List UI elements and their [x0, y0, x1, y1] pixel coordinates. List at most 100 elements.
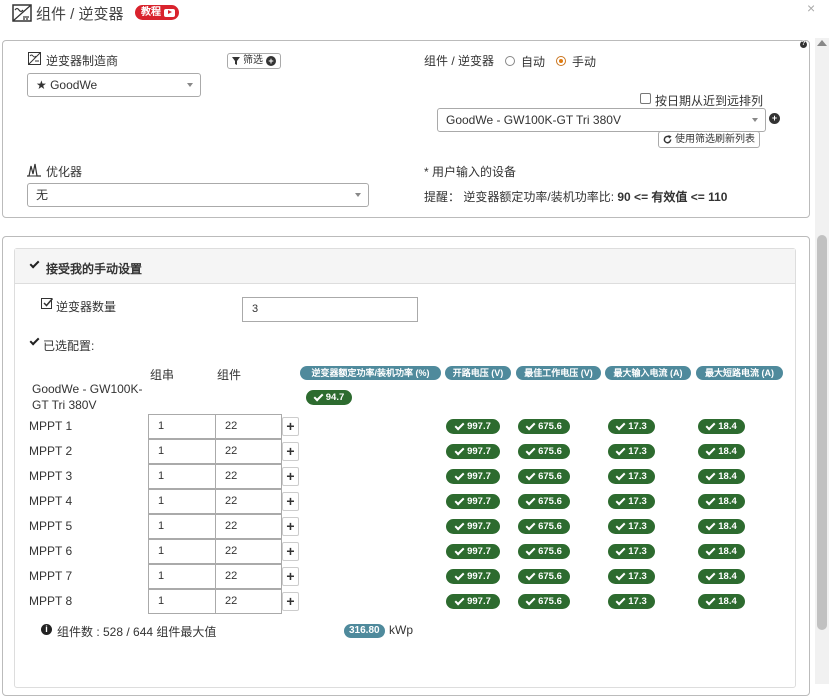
optimizer-select[interactable]: 无 — [27, 183, 369, 207]
check-icon — [313, 391, 324, 401]
vmp-value-badge: 675.6 — [518, 444, 570, 459]
check-icon — [705, 470, 716, 480]
hint-text: 逆变器额定功率/装机功率比: — [463, 190, 615, 204]
strings-input[interactable]: 1 — [148, 539, 216, 564]
vmp-value-badge: 675.6 — [518, 594, 570, 609]
add-string-button[interactable]: + — [282, 467, 299, 486]
modules-input[interactable]: 22 — [215, 514, 282, 539]
total-power-unit: kWp — [389, 623, 413, 637]
add-string-button[interactable]: + — [282, 492, 299, 511]
strings-input[interactable]: 1 — [148, 589, 216, 614]
vmp-value: 675.6 — [538, 596, 562, 607]
strings-input[interactable]: 1 — [148, 514, 216, 539]
check-icon — [454, 495, 465, 505]
imax-value: 17.3 — [628, 546, 647, 557]
add-string-button[interactable]: + — [282, 442, 299, 461]
add-string-button[interactable]: + — [282, 567, 299, 586]
vmp-value: 675.6 — [538, 421, 562, 432]
imax-value-badge: 17.3 — [608, 419, 655, 434]
radio-auto[interactable] — [505, 56, 515, 66]
vmp-value: 675.6 — [538, 496, 562, 507]
imax-value-badge: 17.3 — [608, 469, 655, 484]
help-icon[interactable]: ? — [800, 41, 807, 48]
modules-input[interactable]: 22 — [215, 414, 282, 439]
add-string-button[interactable]: + — [282, 517, 299, 536]
isc-value-badge: 18.4 — [698, 444, 745, 459]
check-icon — [705, 545, 716, 555]
edit-checkbox-icon — [41, 298, 53, 309]
filter-button[interactable]: 筛选 + — [227, 53, 281, 69]
scrollbar-thumb[interactable] — [817, 235, 827, 630]
voc-value-badge: 997.7 — [446, 569, 500, 584]
voc-value-badge: 997.7 — [446, 519, 500, 534]
refresh-list-label: 使用筛选刷新列表 — [675, 133, 755, 145]
isc-value: 18.4 — [718, 521, 737, 532]
check-icon — [525, 445, 536, 455]
optimizer-label: 优化器 — [46, 165, 83, 179]
refresh-list-button[interactable]: 使用筛选刷新列表 — [658, 131, 760, 148]
manufacturer-value: ★ GoodWe — [36, 78, 98, 92]
check-icon — [454, 570, 465, 580]
isc-value: 18.4 — [718, 596, 737, 607]
imax-value: 17.3 — [628, 421, 647, 432]
optimizer-icon — [27, 163, 41, 177]
strings-input[interactable]: 1 — [148, 489, 216, 514]
inverter-count-input[interactable]: 3 — [242, 297, 418, 322]
optimizer-value: 无 — [36, 188, 49, 202]
isc-value-badge: 18.4 — [698, 494, 745, 509]
imax-value: 17.3 — [628, 596, 647, 607]
modules-input[interactable]: 22 — [215, 564, 282, 589]
modules-input[interactable]: 22 — [215, 464, 282, 489]
col-header-modules: 组件 — [217, 368, 242, 382]
voc-value-badge: 997.7 — [446, 594, 500, 609]
strings-input[interactable]: 1 — [148, 564, 216, 589]
voc-value-badge: 997.7 — [446, 544, 500, 559]
radio-auto-label: 自动 — [521, 55, 546, 69]
modules-input[interactable]: 22 — [215, 439, 282, 464]
voc-value: 997.7 — [467, 546, 491, 557]
sort-by-date-label: 按日期从近到远排列 — [655, 94, 764, 108]
accept-manual-title: 接受我的手动设置 — [46, 262, 143, 276]
total-power-badge: 316.80 — [344, 624, 385, 638]
imax-value: 17.3 — [628, 496, 647, 507]
check-icon — [454, 420, 465, 430]
add-string-button[interactable]: + — [282, 592, 299, 611]
mppt-label: MPPT 1 — [29, 419, 73, 433]
check-icon — [615, 595, 626, 605]
page-title: 组件 / 逆变器 — [36, 6, 124, 23]
ratio-value: 94.7 — [325, 392, 345, 403]
close-button[interactable]: × — [807, 0, 815, 16]
radio-manual[interactable] — [556, 56, 566, 66]
sort-by-date-checkbox[interactable] — [640, 93, 651, 104]
isc-value: 18.4 — [718, 446, 737, 457]
filter-label: 筛选 — [243, 55, 263, 66]
inverter-model-select[interactable]: GoodWe - GW100K-GT Tri 380V — [437, 108, 766, 132]
vmp-value-badge: 675.6 — [518, 419, 570, 434]
manufacturer-select[interactable]: ★ GoodWe — [27, 73, 201, 97]
scroll-up-arrow[interactable] — [817, 40, 827, 46]
voc-value: 997.7 — [467, 421, 491, 432]
strings-input[interactable]: 1 — [148, 439, 216, 464]
imax-value: 17.3 — [628, 571, 647, 582]
add-string-button[interactable]: + — [282, 542, 299, 561]
add-inverter-button[interactable]: + — [769, 113, 780, 124]
vmp-value: 675.6 — [538, 471, 562, 482]
modules-input[interactable]: 22 — [215, 539, 282, 564]
manufacturer-label: 逆变器制造商 — [46, 54, 119, 68]
strings-input[interactable]: 1 — [148, 414, 216, 439]
modules-input[interactable]: 22 — [215, 589, 282, 614]
inverter-name: GoodWe - GW100K-GT Tri 380V — [32, 382, 143, 412]
modules-input[interactable]: 22 — [215, 489, 282, 514]
vmp-value: 675.6 — [538, 546, 562, 557]
strings-input[interactable]: 1 — [148, 464, 216, 489]
add-string-button[interactable]: + — [282, 417, 299, 436]
imax-value: 17.3 — [628, 471, 647, 482]
isc-value: 18.4 — [718, 546, 737, 557]
module-inverter-icon — [12, 4, 32, 22]
voc-value: 997.7 — [467, 596, 491, 607]
mppt-label: MPPT 2 — [29, 444, 73, 458]
check-icon — [525, 520, 536, 530]
inverter-icon — [28, 52, 41, 65]
tutorial-button[interactable]: 教程 — [135, 5, 179, 20]
voc-value: 997.7 — [467, 446, 491, 457]
